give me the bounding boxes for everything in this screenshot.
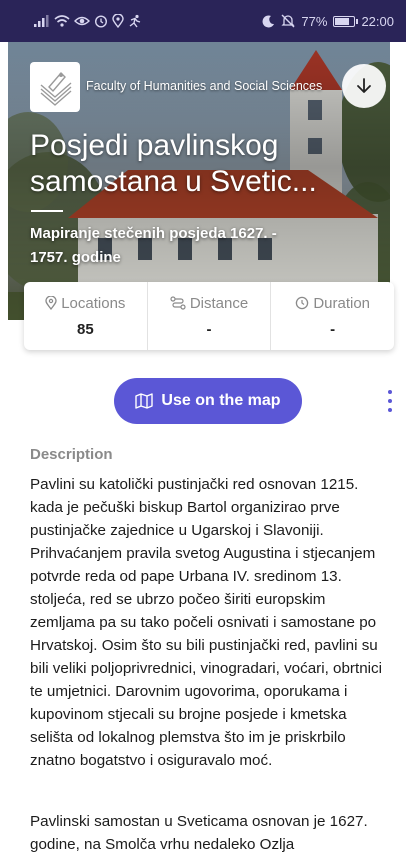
- stat-label: Duration: [313, 294, 371, 312]
- faculty-name: Faculty of Humanities and Social Science…: [86, 79, 323, 93]
- status-bar: 77% 22:00: [0, 0, 406, 42]
- map-icon: [135, 393, 154, 409]
- page-subtitle: Mapiranje stečenih posjeda 1627. - 1757.…: [30, 225, 277, 266]
- description-paragraph-2: Pavlinski samostan u Sveticama osnovan j…: [30, 813, 368, 853]
- use-on-map-label: Use on the map: [161, 392, 281, 409]
- activity-icon: [128, 14, 142, 28]
- faculty-logo: [30, 62, 80, 112]
- status-icons-left: [34, 14, 142, 28]
- route-icon: [170, 296, 186, 310]
- location-pin-icon: [45, 296, 57, 310]
- title-divider: [31, 210, 63, 212]
- wifi-icon: [54, 15, 70, 27]
- clock-icon: [296, 296, 309, 310]
- battery-icon: [333, 15, 359, 27]
- moon-icon: [262, 14, 275, 28]
- alarm-icon: [94, 14, 108, 28]
- stat-distance: Distance -: [148, 282, 272, 350]
- stat-value: -: [206, 320, 212, 338]
- stat-value: 85: [76, 320, 94, 338]
- clock-time: 22:00: [361, 13, 394, 29]
- description-heading: Description: [30, 446, 113, 463]
- stat-locations: Locations 85: [24, 282, 148, 350]
- stat-value: -: [330, 320, 336, 338]
- signal-icon: [34, 15, 50, 27]
- mute-bell-icon: [281, 14, 295, 28]
- stats-card: Locations 85 Distance - Duration -: [24, 282, 394, 350]
- stat-label: Locations: [61, 294, 126, 312]
- location-status-icon: [112, 14, 124, 28]
- status-icons-right: 77% 22:00: [262, 14, 394, 29]
- download-button[interactable]: [342, 64, 386, 108]
- battery-level: [335, 17, 349, 25]
- eye-icon: [74, 15, 90, 27]
- faculty-logo-icon: [40, 71, 72, 106]
- stat-duration: Duration -: [271, 282, 394, 350]
- arrow-down-icon: [357, 78, 371, 93]
- stat-label: Distance: [189, 294, 249, 312]
- page-title: Posjedi pavlinskog samostana u Svetic...: [30, 129, 317, 198]
- description-paragraph-1: Pavlini su katolički pustinjački red osn…: [30, 476, 382, 769]
- battery-percent: 77%: [301, 13, 328, 29]
- use-on-map-button[interactable]: Use on the map: [114, 378, 302, 424]
- more-options-icon[interactable]: [384, 390, 396, 412]
